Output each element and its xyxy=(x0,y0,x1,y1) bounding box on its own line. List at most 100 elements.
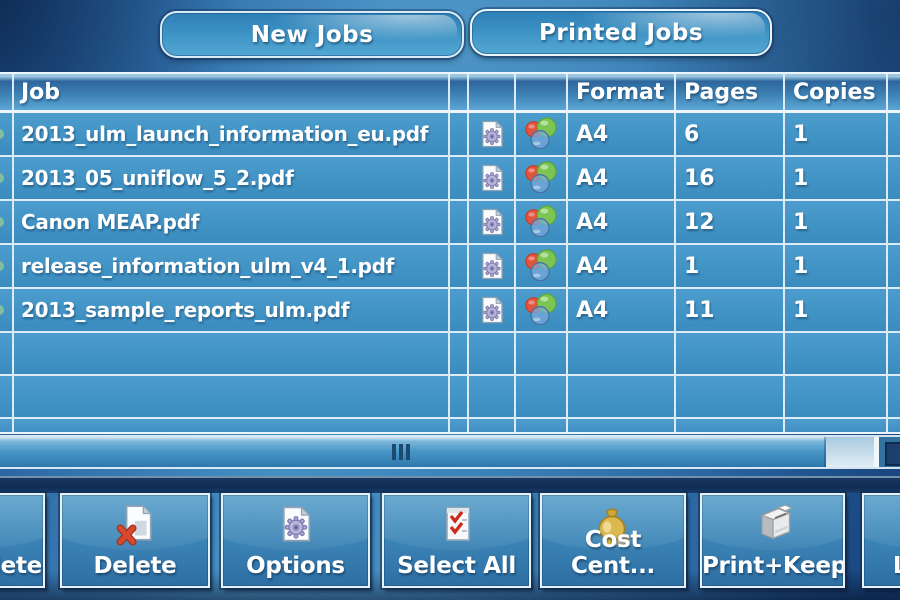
color-circles-icon xyxy=(522,293,560,327)
job-format: A4 xyxy=(568,113,676,155)
header-status xyxy=(0,74,14,110)
job-name: 2013_05_uniflow_5_2.pdf xyxy=(14,157,450,199)
scroll-right-icon xyxy=(885,442,900,466)
row-spacer-cell xyxy=(450,113,469,155)
print-keep-button[interactable]: Print+Keep xyxy=(700,493,845,588)
job-pages: 1 xyxy=(676,245,785,287)
row-color-cell xyxy=(516,201,568,243)
job-row[interactable]: 2013_sample_reports_ulm.pdf A4 11 1 xyxy=(0,289,900,333)
cost-center-button[interactable]: Cost Cent... xyxy=(540,493,686,588)
job-table: Job Format Pages Copies 2013_ulm_launch_… xyxy=(0,72,900,434)
row-color-cell xyxy=(516,289,568,331)
row-options-cell xyxy=(469,157,516,199)
tab-printed-jobs-label: Printed Jobs xyxy=(539,20,703,46)
job-format: A4 xyxy=(568,201,676,243)
select-all-label: Select All xyxy=(384,553,529,579)
row-spacer-cell xyxy=(450,245,469,287)
scrollbar-thumb[interactable] xyxy=(0,437,826,467)
job-name: 2013_sample_reports_ulm.pdf xyxy=(14,289,450,331)
header-color-icon-col xyxy=(516,74,568,110)
print-delete-label: Print+Delete xyxy=(0,553,43,579)
row-edge-cell xyxy=(888,289,900,331)
job-pages: 6 xyxy=(676,113,785,155)
gear-document-icon xyxy=(477,250,507,282)
status-icon xyxy=(0,305,4,315)
job-pages: 11 xyxy=(676,289,785,331)
tab-new-jobs[interactable]: New Jobs xyxy=(160,11,464,58)
tab-printed-jobs[interactable]: Printed Jobs xyxy=(470,9,772,56)
row-edge-cell xyxy=(888,245,900,287)
job-row[interactable]: release_information_ulm_v4_1.pdf A4 1 1 xyxy=(0,245,900,289)
job-format: A4 xyxy=(568,245,676,287)
status-icon xyxy=(0,129,4,139)
header-options-icon-col xyxy=(469,74,516,110)
gear-document-icon xyxy=(477,206,507,238)
print-delete-button[interactable]: Print+Delete xyxy=(0,493,45,588)
job-row[interactable]: Canon MEAP.pdf A4 12 1 xyxy=(0,201,900,245)
header-spacer xyxy=(450,74,469,110)
select-all-button[interactable]: Select All xyxy=(382,493,531,588)
header-job: Job xyxy=(14,74,450,110)
horizontal-scrollbar[interactable] xyxy=(0,435,900,469)
job-format: A4 xyxy=(568,289,676,331)
gear-document-icon xyxy=(276,504,316,544)
job-row[interactable]: 2013_05_uniflow_5_2.pdf A4 16 1 xyxy=(0,157,900,201)
row-color-cell xyxy=(516,113,568,155)
header-pages: Pages xyxy=(676,74,785,110)
color-circles-icon xyxy=(522,161,560,195)
row-spacer-cell xyxy=(450,289,469,331)
table-header-row: Job Format Pages Copies xyxy=(0,74,900,113)
header-format: Format xyxy=(568,74,676,110)
job-row[interactable]: 2013_ulm_launch_information_eu.pdf A4 6 … xyxy=(0,113,900,157)
row-status-cell xyxy=(0,289,14,331)
print-keep-label: Print+Keep xyxy=(702,553,843,579)
delete-label: Delete xyxy=(62,553,208,579)
job-copies: 1 xyxy=(785,245,888,287)
logout-label: Logout xyxy=(864,553,900,579)
tab-new-jobs-label: New Jobs xyxy=(251,22,374,48)
color-circles-icon xyxy=(522,205,560,239)
job-format: A4 xyxy=(568,157,676,199)
empty-row xyxy=(0,333,900,376)
job-pages: 12 xyxy=(676,201,785,243)
color-circles-icon xyxy=(522,249,560,283)
gear-document-icon xyxy=(477,118,507,150)
job-copies: 1 xyxy=(785,201,888,243)
row-status-cell xyxy=(0,113,14,155)
scrollbar-grip-icon xyxy=(392,444,410,460)
header-edge xyxy=(888,74,900,110)
job-pages: 16 xyxy=(676,157,785,199)
scrollbar-corner-button[interactable] xyxy=(879,437,900,467)
row-options-cell xyxy=(469,113,516,155)
scrollbar-track[interactable] xyxy=(826,437,874,467)
job-name: release_information_ulm_v4_1.pdf xyxy=(14,245,450,287)
job-copies: 1 xyxy=(785,113,888,155)
options-button[interactable]: Options xyxy=(221,493,370,588)
delete-button[interactable]: Delete xyxy=(60,493,210,588)
logout-button[interactable]: Logout xyxy=(862,493,900,588)
row-status-cell xyxy=(0,245,14,287)
job-name: 2013_ulm_launch_information_eu.pdf xyxy=(14,113,450,155)
empty-row-partial xyxy=(0,419,900,434)
row-options-cell xyxy=(469,289,516,331)
row-edge-cell xyxy=(888,113,900,155)
separator-band xyxy=(0,476,900,493)
job-copies: 1 xyxy=(785,289,888,331)
color-circles-icon xyxy=(522,117,560,151)
row-options-cell xyxy=(469,245,516,287)
row-spacer-cell xyxy=(450,157,469,199)
checklist-icon xyxy=(437,504,477,544)
status-icon xyxy=(0,217,4,227)
empty-row xyxy=(0,376,900,419)
status-icon xyxy=(0,261,4,271)
row-edge-cell xyxy=(888,201,900,243)
printer-icon xyxy=(751,504,795,544)
options-label: Options xyxy=(223,553,368,579)
table-body: 2013_ulm_launch_information_eu.pdf A4 6 … xyxy=(0,113,900,333)
job-name: Canon MEAP.pdf xyxy=(14,201,450,243)
gear-document-icon xyxy=(477,294,507,326)
cost-center-label: Cost Cent... xyxy=(542,527,684,579)
row-color-cell xyxy=(516,245,568,287)
row-color-cell xyxy=(516,157,568,199)
row-edge-cell xyxy=(888,157,900,199)
